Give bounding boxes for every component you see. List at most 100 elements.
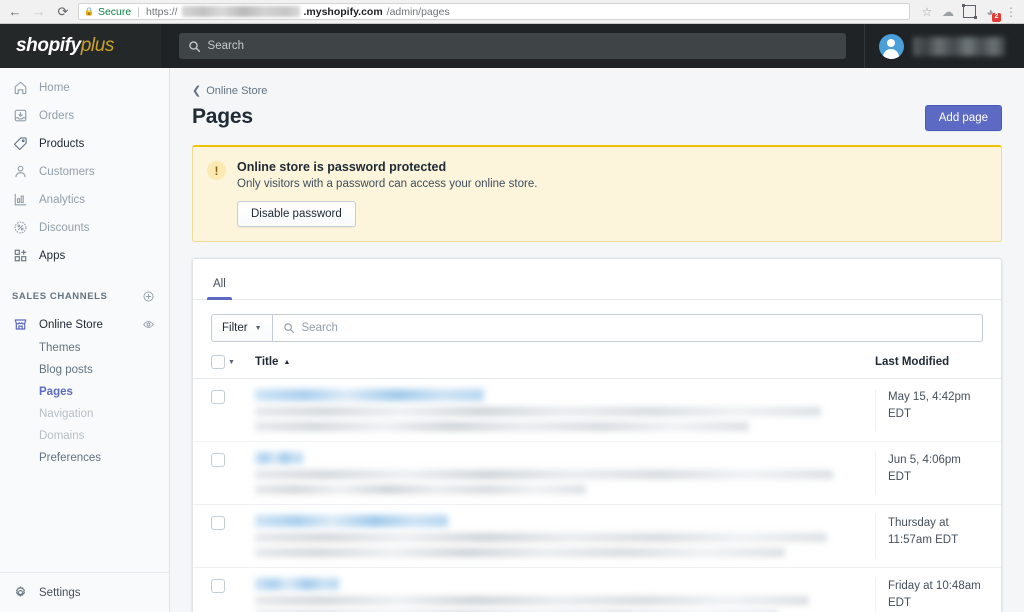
checkbox-unchecked[interactable]: [211, 390, 225, 404]
shopify-top-bar: shopifyplus Search: [0, 24, 1024, 68]
global-search-input[interactable]: Search: [178, 33, 846, 59]
discount-percent-icon: [12, 220, 28, 236]
sidebar-item-blog-posts[interactable]: Blog posts: [0, 360, 169, 380]
selection-frame-icon[interactable]: [961, 4, 977, 19]
select-all-cell[interactable]: ▼: [211, 355, 255, 369]
row-select-cell[interactable]: [211, 452, 255, 494]
account-area[interactable]: [863, 24, 1024, 68]
shopify-plus-logo[interactable]: shopifyplus: [0, 24, 161, 68]
page-title-link-redacted[interactable]: [255, 515, 448, 527]
browser-toolbar-icons: ☆ ☁ ◕ 2 ⋮: [916, 4, 1018, 22]
topbar-search-area: Search: [161, 33, 864, 59]
sidebar-item-themes[interactable]: Themes: [0, 338, 169, 358]
filter-label: Filter: [222, 322, 248, 334]
checkbox-unchecked[interactable]: [211, 516, 225, 530]
sidebar-item-domains[interactable]: Domains: [0, 426, 169, 446]
sidebar-item-discounts[interactable]: Discounts: [0, 216, 169, 239]
sidebar-item-label: Analytics: [39, 193, 86, 206]
sidebar-item-home[interactable]: Home: [0, 76, 169, 99]
chevron-down-icon[interactable]: ▼: [228, 359, 235, 366]
sidebar-subitem-label: Blog posts: [39, 364, 93, 376]
sidebar-subitem-label: Pages: [39, 386, 73, 398]
sidebar-subitem-label: Themes: [39, 342, 81, 354]
page-excerpt-redacted: [255, 485, 587, 494]
sidebar-item-pages[interactable]: Pages: [0, 382, 169, 402]
eye-icon[interactable]: [142, 318, 155, 331]
app-layout: Home Orders Products Customers Analytics…: [0, 68, 1024, 612]
table-row[interactable]: May 15, 4:42pm EDT: [193, 379, 1001, 442]
sidebar-item-label: Orders: [39, 109, 75, 122]
customer-person-icon: [12, 164, 28, 180]
column-header-title[interactable]: Title ▲: [255, 356, 875, 368]
banner-title: Online store is password protected: [237, 160, 447, 174]
sidebar-item-label: Home: [39, 81, 70, 94]
sidebar-item-label: Discounts: [39, 221, 90, 234]
orders-inbox-icon: [12, 108, 28, 124]
logo-shopify-text: shopify: [16, 35, 81, 56]
lock-icon: 🔒: [84, 7, 94, 16]
password-protected-banner: ! Online store is password protected Onl…: [192, 145, 1002, 242]
row-select-cell[interactable]: [211, 578, 255, 612]
table-row[interactable]: Friday at 10:48am EDT: [193, 568, 1001, 612]
row-last-modified: Thursday at 11:57am EDT: [875, 515, 983, 557]
banner-body: Online store is password protected Only …: [237, 160, 537, 227]
page-title-link-redacted[interactable]: [255, 452, 304, 464]
page-title-link-redacted[interactable]: [255, 389, 484, 401]
sidebar-item-apps[interactable]: Apps: [0, 244, 169, 267]
row-select-cell[interactable]: [211, 389, 255, 431]
sidebar-item-customers[interactable]: Customers: [0, 160, 169, 183]
page-excerpt-redacted: [255, 470, 833, 479]
sidebar-item-navigation[interactable]: Navigation: [0, 404, 169, 424]
sort-ascending-arrow: ▲: [283, 358, 291, 366]
table-body: May 15, 4:42pm EDT Jun 5, 4:06pm EDT Thurs…: [193, 379, 1001, 612]
tab-all[interactable]: All: [207, 278, 232, 300]
url-scheme: https://: [145, 5, 178, 18]
page-title-link-redacted[interactable]: [255, 578, 340, 590]
address-bar[interactable]: 🔒 Secure | https:// .myshopify.com /admi…: [78, 3, 910, 20]
breadcrumb[interactable]: ❮ Online Store: [192, 84, 1002, 98]
list-search-input[interactable]: Search: [271, 314, 983, 342]
sidebar-settings-label: Settings: [39, 586, 81, 599]
filter-dropdown-button[interactable]: Filter ▼: [211, 314, 272, 342]
checkbox-unchecked[interactable]: [211, 579, 225, 593]
sidebar-item-products[interactable]: Products: [0, 132, 169, 155]
extension-icon[interactable]: ◕ 2: [983, 5, 1001, 22]
chevron-down-icon: ▼: [254, 324, 262, 332]
sidebar-item-analytics[interactable]: Analytics: [0, 188, 169, 211]
column-header-last-modified[interactable]: Last Modified: [875, 356, 983, 368]
online-store-entry[interactable]: Online Store: [0, 313, 103, 336]
sidebar-item-online-store[interactable]: Online Store: [0, 313, 169, 336]
table-row[interactable]: Thursday at 11:57am EDT: [193, 505, 1001, 568]
column-label: Title: [255, 356, 279, 368]
reload-icon[interactable]: ⟳: [54, 3, 72, 21]
gear-icon: [12, 585, 28, 601]
checkbox-unchecked[interactable]: [211, 453, 225, 467]
page-excerpt-redacted: [255, 422, 749, 431]
row-content: [255, 578, 875, 612]
sidebar-item-label: Products: [39, 137, 85, 150]
sidebar-subitem-label: Preferences: [39, 452, 102, 464]
star-icon[interactable]: ☆: [920, 5, 934, 19]
storefront-icon: [12, 317, 28, 333]
three-dot-menu-icon[interactable]: ⋮: [1004, 5, 1018, 19]
back-arrow-icon[interactable]: ←: [6, 3, 24, 21]
add-page-button[interactable]: Add page: [924, 105, 1002, 131]
sidebar-item-settings[interactable]: Settings: [0, 572, 169, 612]
row-last-modified: May 15, 4:42pm EDT: [875, 389, 983, 431]
avatar[interactable]: [878, 33, 904, 59]
url-host-suffix: .myshopify.com: [303, 5, 383, 18]
table-header-row: ▼ Title ▲ Last Modified: [193, 355, 1001, 379]
url-host-redaction: [181, 6, 300, 17]
cloud-icon[interactable]: ☁: [941, 5, 955, 19]
table-row[interactable]: Jun 5, 4:06pm EDT: [193, 442, 1001, 505]
disable-password-button[interactable]: Disable password: [237, 201, 356, 227]
checkbox-unchecked[interactable]: [211, 355, 225, 369]
row-select-cell[interactable]: [211, 515, 255, 557]
sidebar-item-preferences[interactable]: Preferences: [0, 448, 169, 468]
sidebar-item-orders[interactable]: Orders: [0, 104, 169, 127]
tab-bar: All: [193, 259, 1001, 300]
page-excerpt-redacted: [255, 596, 809, 605]
sidebar-item-label: Online Store: [39, 318, 103, 331]
banner-text: Only visitors with a password can access…: [237, 178, 538, 190]
circle-plus-icon[interactable]: [142, 290, 155, 303]
